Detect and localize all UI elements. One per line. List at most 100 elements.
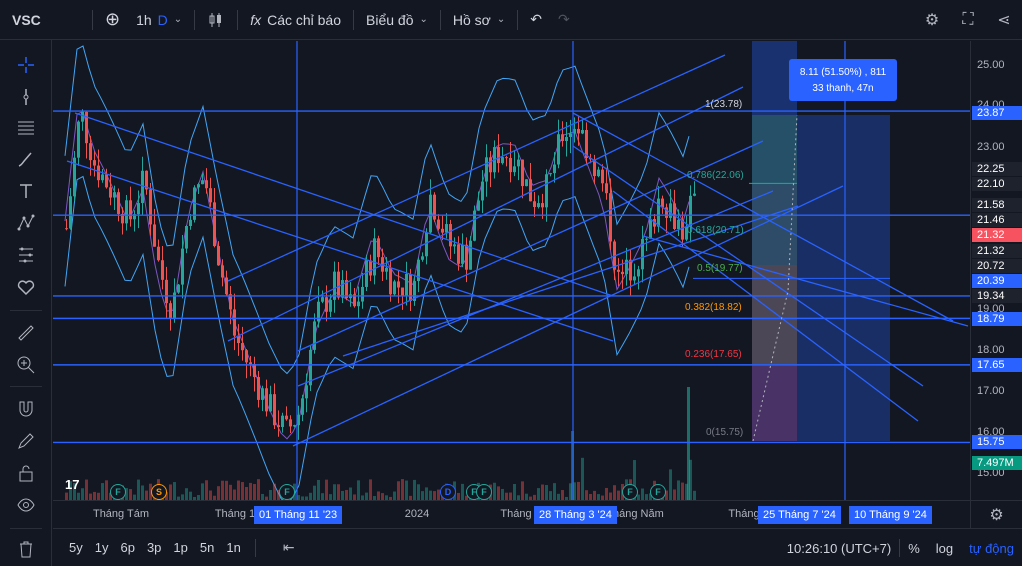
candle-body <box>425 232 428 257</box>
eye-icon <box>17 498 35 512</box>
percent-toggle[interactable]: % <box>900 541 928 556</box>
indicators-button[interactable]: fx Các chỉ báo <box>242 0 349 40</box>
clock[interactable]: 10:26:10 (UTC+7) <box>779 541 899 556</box>
forecast-icon <box>19 247 33 263</box>
price-axis[interactable]: 25.00 24.00 23.00 19.00 18.00 17.00 16.0… <box>970 41 1022 500</box>
candle-body <box>165 279 168 304</box>
volume-bar <box>365 492 368 500</box>
candle-body <box>281 415 284 428</box>
price-tag: 23.87 <box>972 106 1022 120</box>
undo-button[interactable]: ↶ <box>522 0 550 40</box>
range-1m[interactable]: 1p <box>167 540 193 555</box>
volume-bar <box>421 491 424 500</box>
volume-bar <box>357 480 360 500</box>
volume-bar <box>501 488 504 500</box>
time-tick: Tháng 1 <box>214 508 256 520</box>
fullscreen-button[interactable]: ⛶ <box>950 0 986 40</box>
volume-bar <box>461 483 464 500</box>
fib-label-0382: 0.382(18.82) <box>685 302 742 313</box>
crosshair-tool[interactable] <box>8 50 44 80</box>
draw-mode-tool[interactable] <box>8 426 44 456</box>
volume-bar <box>581 457 584 500</box>
brush-tool[interactable] <box>8 144 44 174</box>
ruler-tool[interactable] <box>8 318 44 348</box>
interval-selector[interactable]: 1h D ⌄ <box>128 0 190 40</box>
chart-pane[interactable]: 1(23.78) 0.786(22.06) 0.618(20.71) 0.5(1… <box>53 41 970 500</box>
range-5d[interactable]: 5n <box>194 540 220 555</box>
magnet-icon <box>19 401 33 417</box>
volume-bar <box>417 484 420 500</box>
visibility-tool[interactable] <box>8 490 44 520</box>
candle-body <box>369 260 372 276</box>
tradingview-logo[interactable]: 17 <box>65 477 91 495</box>
layout-button[interactable]: Biểu đồ ⌄ <box>358 0 436 40</box>
settings-button[interactable]: ⚙ <box>914 0 950 40</box>
icons-tool[interactable] <box>8 272 44 302</box>
zoom-tool[interactable] <box>8 350 44 380</box>
fib-tool[interactable] <box>8 112 44 142</box>
candle-body <box>609 193 612 242</box>
fib-label-0236: 0.236(17.65) <box>685 349 742 360</box>
pattern-icon <box>17 214 35 231</box>
log-toggle[interactable]: log <box>928 541 961 556</box>
redo-button[interactable]: ↷ <box>550 0 578 40</box>
delete-tool[interactable] <box>8 534 44 564</box>
channel-line-rising <box>227 54 726 282</box>
event-badge[interactable]: F <box>622 484 638 500</box>
compare-add-button[interactable]: ⊕ <box>97 0 128 40</box>
auto-scale-toggle[interactable]: tự động <box>961 541 1022 556</box>
candle-body <box>509 157 512 173</box>
lock-tool[interactable] <box>8 458 44 488</box>
volume-bar <box>273 483 276 500</box>
price-tag: 15.75 <box>972 435 1022 449</box>
pattern-tool[interactable] <box>8 208 44 238</box>
lower-band <box>64 175 690 500</box>
trendline-tool[interactable] <box>8 82 44 112</box>
candle-body <box>261 388 264 400</box>
event-badge[interactable]: F <box>110 484 126 500</box>
volume-bar <box>521 481 524 500</box>
volume-bar <box>609 492 612 500</box>
range-1y[interactable]: 1y <box>89 540 115 555</box>
candle-body <box>389 267 392 295</box>
volume-bar <box>545 485 548 500</box>
price-tick: 18.00 <box>977 344 1005 356</box>
chart-settings-button[interactable]: ⚙ <box>970 500 1022 528</box>
time-axis[interactable]: Tháng Tám Tháng 1 2024 Tháng Tháng Năm T… <box>53 500 970 528</box>
volume-bar <box>693 490 696 500</box>
range-3m[interactable]: 3p <box>141 540 167 555</box>
candle-body <box>441 228 444 233</box>
candle-body <box>233 309 236 336</box>
volume-bar <box>577 481 580 500</box>
candle-body <box>205 180 208 189</box>
candle-body <box>337 271 340 298</box>
candle-body <box>689 195 692 227</box>
candle-body <box>629 259 632 281</box>
range-5y[interactable]: 5y <box>63 540 89 555</box>
event-badge[interactable]: S <box>151 484 167 500</box>
range-6m[interactable]: 6p <box>114 540 140 555</box>
candle-body <box>361 286 364 302</box>
goto-date-button[interactable]: ⇤ <box>283 539 295 556</box>
event-badge[interactable]: F <box>279 484 295 500</box>
event-badge[interactable]: D <box>440 484 456 500</box>
candle-body <box>245 350 248 363</box>
share-button[interactable]: ⋖ <box>986 0 1022 40</box>
candle-body <box>521 159 524 187</box>
chevron-down-icon: ⌄ <box>419 14 428 25</box>
candle-body <box>541 203 544 208</box>
candle-body <box>533 201 536 208</box>
chart-style-button[interactable] <box>199 0 233 40</box>
range-1d[interactable]: 1n <box>220 540 246 555</box>
event-badge[interactable]: F <box>476 484 492 500</box>
candle-body <box>197 184 200 188</box>
symbol-search[interactable]: VSC <box>0 0 88 40</box>
candle-body <box>357 301 360 307</box>
prediction-tool[interactable] <box>8 240 44 270</box>
profile-button[interactable]: Hồ sơ ⌄ <box>445 0 513 40</box>
text-tool[interactable] <box>8 176 44 206</box>
magnet-tool[interactable] <box>8 394 44 424</box>
volume-bar <box>201 483 204 500</box>
event-badge[interactable]: F <box>650 484 666 500</box>
price-tag: 21.32 <box>972 244 1022 258</box>
